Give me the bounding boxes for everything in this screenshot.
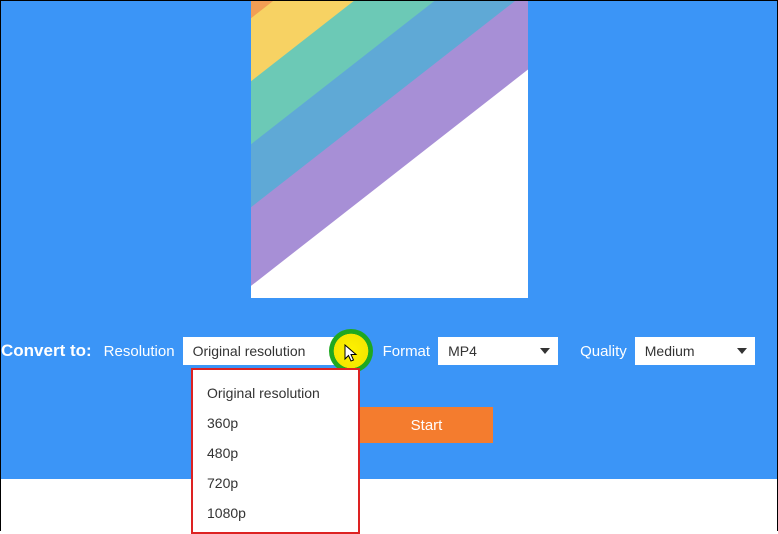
convert-to-label: Convert to:	[1, 341, 92, 361]
quality-selected-value: Medium	[645, 343, 695, 359]
quality-label: Quality	[580, 343, 627, 360]
format-selected-value: MP4	[448, 343, 477, 359]
footer-spacer	[1, 479, 777, 532]
resolution-option[interactable]: 720p	[193, 468, 358, 498]
chevron-down-icon	[737, 348, 747, 354]
chevron-down-icon	[540, 348, 550, 354]
resolution-option[interactable]: Original resolution	[193, 378, 358, 408]
resolution-option[interactable]: 1080p	[193, 498, 358, 528]
controls-bar: Convert to: Resolution Original resoluti…	[1, 300, 777, 479]
resolution-dropdown[interactable]: Original resolution 360p 480p 720p 1080p	[191, 368, 360, 534]
resolution-option[interactable]: 360p	[193, 408, 358, 438]
resolution-option[interactable]: 480p	[193, 438, 358, 468]
quality-select[interactable]: Medium	[635, 337, 755, 365]
format-select[interactable]: MP4	[438, 337, 558, 365]
highlight-marker	[329, 329, 373, 373]
resolution-selected-value: Original resolution	[193, 343, 306, 359]
preview-thumbnail	[251, 1, 528, 298]
preview-area	[1, 1, 777, 300]
start-button[interactable]: Start	[360, 407, 493, 443]
resolution-label: Resolution	[104, 343, 175, 360]
start-button-label: Start	[411, 417, 443, 434]
format-label: Format	[383, 343, 431, 360]
